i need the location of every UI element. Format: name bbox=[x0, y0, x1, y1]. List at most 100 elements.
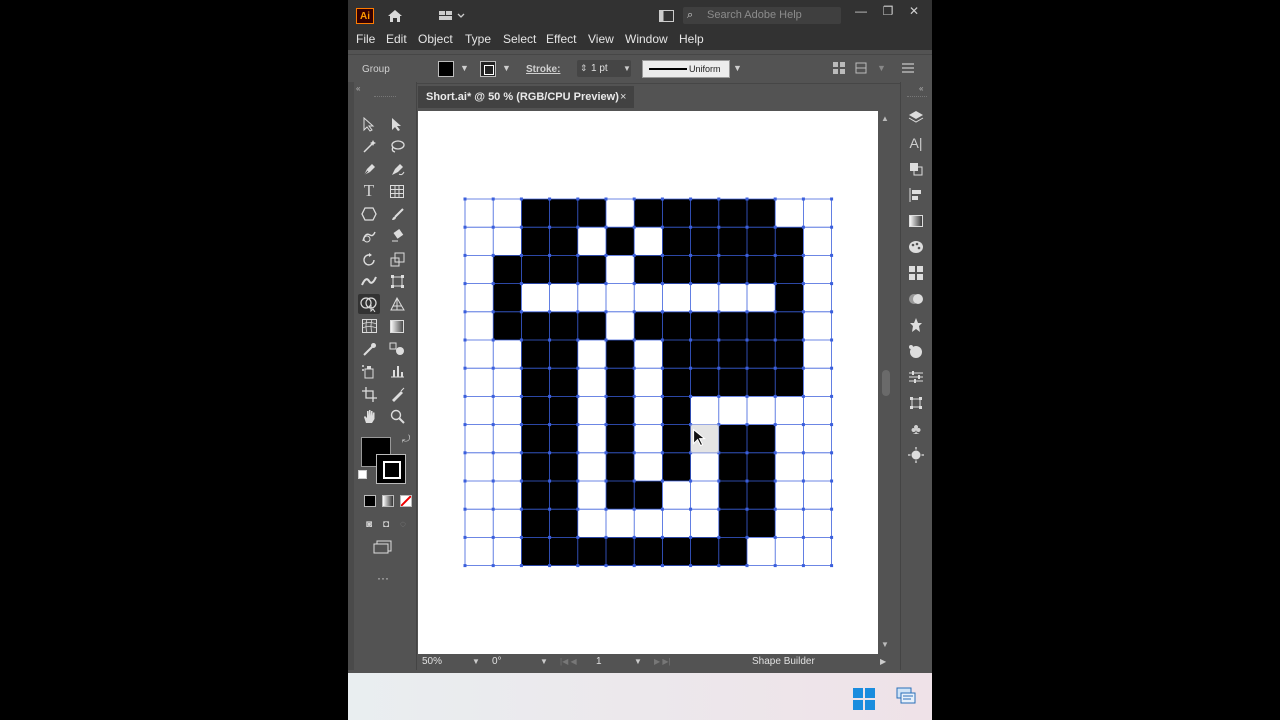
collapse-panel-icon[interactable]: « bbox=[356, 84, 360, 93]
scroll-down-arrow[interactable]: ▼ bbox=[881, 640, 889, 649]
type-tool-icon[interactable]: T bbox=[358, 181, 380, 201]
artboard[interactable] bbox=[418, 111, 878, 654]
pen-tool-icon[interactable] bbox=[358, 159, 380, 179]
curvature-tool-icon[interactable] bbox=[386, 159, 408, 179]
menu-edit[interactable]: Edit bbox=[386, 32, 407, 46]
scale-tool-icon[interactable] bbox=[386, 249, 408, 269]
stroke-color-box[interactable] bbox=[376, 454, 406, 484]
canvas-area[interactable] bbox=[418, 108, 878, 656]
edit-toolbar-icon[interactable]: ··· bbox=[372, 568, 394, 588]
scroll-thumb[interactable] bbox=[882, 370, 890, 396]
mesh-tool-icon[interactable] bbox=[358, 316, 380, 336]
stepper-icon[interactable]: ⇕ bbox=[580, 60, 588, 77]
pathfinder-icon[interactable] bbox=[907, 160, 925, 178]
windows-start-icon[interactable] bbox=[853, 688, 875, 710]
transparency-icon[interactable] bbox=[907, 290, 925, 308]
gradient-tool-icon[interactable] bbox=[386, 316, 408, 336]
blend-tool-icon[interactable] bbox=[386, 339, 408, 359]
rotate-tool-icon[interactable] bbox=[358, 249, 380, 269]
chevron-down-icon[interactable]: ▼ bbox=[540, 654, 548, 670]
draw-inside-icon[interactable]: ◌ bbox=[392, 514, 414, 534]
magic-wand-tool-icon[interactable] bbox=[358, 136, 380, 156]
scroll-up-arrow[interactable]: ▲ bbox=[881, 114, 889, 123]
width-tool-icon[interactable] bbox=[358, 271, 380, 291]
transform-icon[interactable] bbox=[854, 61, 868, 75]
artwork[interactable] bbox=[418, 111, 878, 654]
brushes-icon[interactable] bbox=[907, 446, 925, 464]
character-icon[interactable]: A| bbox=[907, 134, 925, 152]
swap-colors-icon[interactable]: ⤾ bbox=[402, 434, 410, 445]
maximize-button[interactable]: ❐ bbox=[879, 3, 897, 19]
gradient-panel-icon[interactable] bbox=[907, 212, 925, 230]
stroke-label[interactable]: Stroke: bbox=[526, 64, 560, 75]
column-graph-tool-icon[interactable] bbox=[386, 361, 408, 381]
menu-select[interactable]: Select bbox=[503, 32, 536, 46]
fill-swatch[interactable] bbox=[438, 61, 454, 77]
eyedropper-tool-icon[interactable] bbox=[358, 339, 380, 359]
symbol-sprayer-tool-icon[interactable] bbox=[358, 361, 380, 381]
lasso-tool-icon[interactable] bbox=[386, 136, 408, 156]
menu-help[interactable]: Help bbox=[679, 32, 704, 46]
slice-tool-icon[interactable] bbox=[386, 384, 408, 404]
free-transform-tool-icon[interactable] bbox=[386, 271, 408, 291]
network-tray-icon[interactable] bbox=[895, 687, 917, 707]
club-symbol-icon[interactable]: ♣ bbox=[907, 420, 925, 438]
zoom-tool-icon[interactable] bbox=[386, 406, 408, 426]
stroke-weight-field[interactable]: ⇕ 1 pt ▼ bbox=[577, 60, 631, 77]
hand-tool-icon[interactable] bbox=[358, 406, 380, 426]
search-help-input[interactable]: ⌕ Search Adobe Help bbox=[683, 7, 841, 24]
properties-sliders-icon[interactable] bbox=[907, 368, 925, 386]
swatches-icon[interactable] bbox=[907, 264, 925, 282]
status-menu-arrow[interactable]: ▶ bbox=[880, 654, 886, 670]
arrange-documents-icon[interactable] bbox=[658, 9, 674, 23]
paintbrush-tool-icon[interactable] bbox=[386, 204, 408, 224]
menu-type[interactable]: Type bbox=[465, 32, 491, 46]
artboard-number-select[interactable]: 1 bbox=[596, 654, 632, 670]
rotation-select[interactable]: 0° bbox=[492, 654, 542, 670]
chevron-down-icon[interactable]: ▼ bbox=[502, 63, 511, 73]
menu-object[interactable]: Object bbox=[418, 32, 453, 46]
menu-file[interactable]: File bbox=[356, 32, 375, 46]
variable-width-profile-select[interactable]: Uniform bbox=[642, 60, 730, 78]
menu-window[interactable]: Window bbox=[625, 32, 668, 46]
change-screen-mode-icon[interactable] bbox=[372, 537, 394, 557]
none-mode-swatch[interactable] bbox=[400, 495, 412, 507]
stroke-swatch[interactable] bbox=[480, 61, 496, 77]
polygon-tool-icon[interactable] bbox=[358, 204, 380, 224]
artboard-tool-icon[interactable] bbox=[358, 384, 380, 404]
align-icon[interactable] bbox=[832, 61, 846, 75]
menu-view[interactable]: View bbox=[588, 32, 614, 46]
eraser-tool-icon[interactable] bbox=[386, 226, 408, 246]
next-artboard-button[interactable]: ▶ ▶| bbox=[654, 654, 671, 670]
chevron-down-icon[interactable]: ▼ bbox=[733, 63, 742, 73]
first-artboard-button[interactable]: |◀ ◀ bbox=[560, 654, 577, 670]
close-tab-button[interactable]: × bbox=[620, 86, 626, 108]
vertical-scrollbar[interactable]: ▲ ▼ bbox=[880, 108, 893, 654]
color-guide-icon[interactable] bbox=[907, 238, 925, 256]
shaper-tool-icon[interactable] bbox=[358, 226, 380, 246]
default-colors-icon[interactable] bbox=[358, 470, 367, 479]
direct-selection-tool-icon[interactable] bbox=[386, 114, 408, 134]
chevron-down-icon[interactable]: ▼ bbox=[877, 63, 886, 73]
perspective-grid-tool-icon[interactable] bbox=[386, 294, 408, 314]
chevron-down-icon[interactable]: ▼ bbox=[634, 654, 642, 670]
panel-menu-icon[interactable] bbox=[901, 61, 915, 75]
menu-effect[interactable]: Effect bbox=[546, 32, 576, 46]
close-button[interactable]: ✕ bbox=[905, 3, 923, 19]
chevron-down-icon[interactable]: ▼ bbox=[472, 654, 480, 670]
selection-tool-icon[interactable] bbox=[358, 114, 380, 134]
layers-icon[interactable] bbox=[907, 108, 925, 126]
transform-panel-icon[interactable] bbox=[907, 394, 925, 412]
document-tab[interactable]: Short.ai* @ 50 % (RGB/CPU Preview) × bbox=[418, 86, 634, 108]
shape-builder-tool-icon[interactable] bbox=[358, 294, 380, 314]
graph-grid-tool-icon[interactable] bbox=[386, 181, 408, 201]
color-mode-swatch[interactable] bbox=[364, 495, 376, 507]
align-panel-icon[interactable] bbox=[907, 186, 925, 204]
gradient-mode-swatch[interactable] bbox=[382, 495, 394, 507]
workspace-switcher-icon[interactable] bbox=[438, 8, 468, 24]
minimize-button[interactable]: — bbox=[852, 3, 870, 19]
home-icon[interactable] bbox=[386, 7, 404, 25]
expand-panels-icon[interactable]: « bbox=[919, 84, 923, 93]
chevron-down-icon[interactable]: ▼ bbox=[623, 60, 631, 77]
symbols-icon[interactable] bbox=[907, 316, 925, 334]
